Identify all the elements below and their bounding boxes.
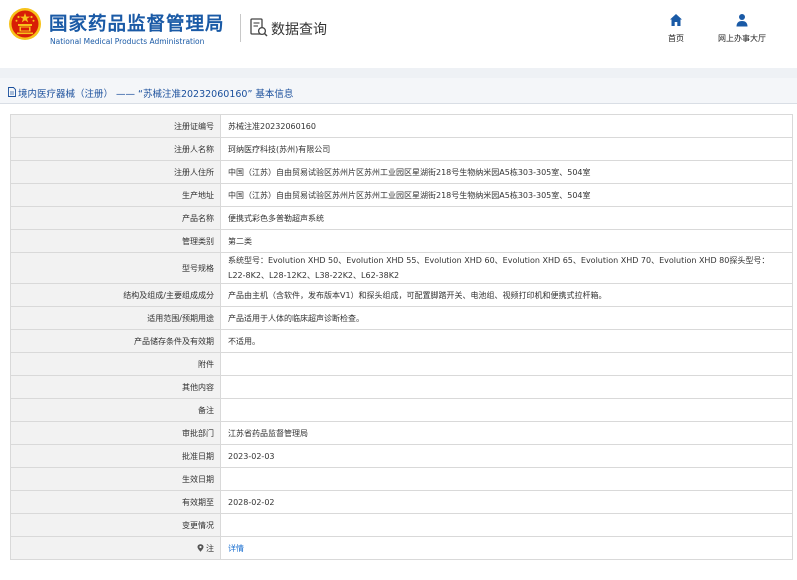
table-row: 变更情况 bbox=[11, 514, 793, 537]
document-icon bbox=[8, 87, 16, 97]
row-value: 苏械注准20232060160 bbox=[221, 115, 793, 137]
header-band bbox=[0, 68, 797, 78]
user-icon bbox=[736, 14, 748, 27]
row-label: 型号规格 bbox=[11, 253, 221, 283]
table-row: 审批部门 江苏省药品监督管理局 bbox=[11, 422, 793, 445]
table-row: 备注 bbox=[11, 399, 793, 422]
nav-home-label: 首页 bbox=[668, 34, 684, 43]
table-row: 注 详情 bbox=[11, 537, 793, 560]
row-value bbox=[221, 468, 793, 490]
row-value bbox=[221, 399, 793, 421]
row-label: 审批部门 bbox=[11, 422, 221, 444]
data-query-title: 数据查询 bbox=[271, 22, 327, 38]
row-label: 附件 bbox=[11, 353, 221, 375]
row-value: 便携式彩色多普勒超声系统 bbox=[221, 207, 793, 229]
home-icon bbox=[670, 14, 682, 26]
table-row: 生产地址 中国（江苏）自由贸易试验区苏州片区苏州工业园区星湖街218号生物纳米园… bbox=[11, 184, 793, 207]
table-row: 结构及组成/主要组成成分 产品由主机（含软件，发布版本V1）和探头组成，可配置脚… bbox=[11, 284, 793, 307]
row-value: 产品适用于人体的临床超声诊断检查。 bbox=[221, 307, 793, 329]
brand-name-en: National Medical Products Administration bbox=[50, 37, 205, 46]
row-value: 详情 bbox=[221, 537, 793, 559]
row-value bbox=[221, 376, 793, 398]
row-label: 变更情况 bbox=[11, 514, 221, 536]
table-row: 型号规格 系统型号：Evolution XHD 50、Evolution XHD… bbox=[11, 253, 793, 284]
header-divider bbox=[240, 14, 241, 42]
row-label: 注册人住所 bbox=[11, 161, 221, 183]
row-label: 有效期至 bbox=[11, 491, 221, 513]
row-value: 江苏省药品监督管理局 bbox=[221, 422, 793, 444]
row-label: 注册人名称 bbox=[11, 138, 221, 160]
note-label-cell: 注 bbox=[11, 537, 221, 559]
details-link[interactable]: 详情 bbox=[228, 541, 244, 556]
registration-detail-table: 注册证编号 苏械注准20232060160 注册人名称 珂纳医疗科技(苏州)有限… bbox=[10, 114, 793, 560]
pin-icon bbox=[197, 544, 204, 552]
row-label: 管理类别 bbox=[11, 230, 221, 252]
row-label: 其他内容 bbox=[11, 376, 221, 398]
table-row: 注册人住所 中国（江苏）自由贸易试验区苏州片区苏州工业园区星湖街218号生物纳米… bbox=[11, 161, 793, 184]
table-row: 产品储存条件及有效期 不适用。 bbox=[11, 330, 793, 353]
nav-home-link[interactable]: 首页 bbox=[641, 13, 711, 44]
table-row: 有效期至 2028-02-02 bbox=[11, 491, 793, 514]
row-label: 适用范围/预期用途 bbox=[11, 307, 221, 329]
table-row: 附件 bbox=[11, 353, 793, 376]
row-label: 注 bbox=[206, 543, 214, 553]
row-value bbox=[221, 353, 793, 375]
site-header: 国家药品监督管理局 National Medical Products Admi… bbox=[0, 0, 797, 68]
row-value: 第二类 bbox=[221, 230, 793, 252]
table-row: 管理类别 第二类 bbox=[11, 230, 793, 253]
row-value: 2023-02-03 bbox=[221, 445, 793, 467]
row-value: 中国（江苏）自由贸易试验区苏州片区苏州工业园区星湖街218号生物纳米园A5栋30… bbox=[221, 161, 793, 183]
nav-online-office-label: 网上办事大厅 bbox=[718, 34, 766, 43]
row-value: 2028-02-02 bbox=[221, 491, 793, 513]
row-label: 产品储存条件及有效期 bbox=[11, 330, 221, 352]
table-row: 注册证编号 苏械注准20232060160 bbox=[11, 115, 793, 138]
breadcrumb: 境内医疗器械（注册） —— “苏械注准20232060160” 基本信息 bbox=[0, 78, 797, 104]
row-label: 结构及组成/主要组成成分 bbox=[11, 284, 221, 306]
table-row: 产品名称 便携式彩色多普勒超声系统 bbox=[11, 207, 793, 230]
row-value: 系统型号：Evolution XHD 50、Evolution XHD 55、E… bbox=[221, 253, 793, 283]
row-label: 注册证编号 bbox=[11, 115, 221, 137]
table-row: 适用范围/预期用途 产品适用于人体的临床超声诊断检查。 bbox=[11, 307, 793, 330]
row-value: 珂纳医疗科技(苏州)有限公司 bbox=[221, 138, 793, 160]
brand-name-cn: 国家药品监督管理局 bbox=[49, 14, 225, 35]
document-search-icon bbox=[250, 18, 268, 37]
table-row: 批准日期 2023-02-03 bbox=[11, 445, 793, 468]
nav-online-office-link[interactable]: 网上办事大厅 bbox=[707, 13, 777, 44]
row-value: 不适用。 bbox=[221, 330, 793, 352]
national-emblem-icon bbox=[9, 8, 41, 40]
row-value bbox=[221, 514, 793, 536]
row-label: 备注 bbox=[11, 399, 221, 421]
row-value: 中国（江苏）自由贸易试验区苏州片区苏州工业园区星湖街218号生物纳米园A5栋30… bbox=[221, 184, 793, 206]
table-row: 其他内容 bbox=[11, 376, 793, 399]
table-row: 注册人名称 珂纳医疗科技(苏州)有限公司 bbox=[11, 138, 793, 161]
table-row: 生效日期 bbox=[11, 468, 793, 491]
row-label: 生效日期 bbox=[11, 468, 221, 490]
row-label: 产品名称 bbox=[11, 207, 221, 229]
row-value: 产品由主机（含软件，发布版本V1）和探头组成，可配置脚踏开关、电池组、视频打印机… bbox=[221, 284, 793, 306]
page-title: 境内医疗器械（注册） —— “苏械注准20232060160” 基本信息 bbox=[18, 89, 294, 100]
row-label: 生产地址 bbox=[11, 184, 221, 206]
row-label: 批准日期 bbox=[11, 445, 221, 467]
